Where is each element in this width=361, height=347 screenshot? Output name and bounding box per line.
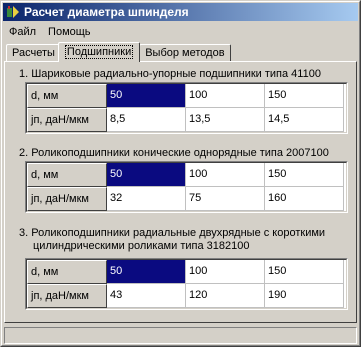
menu-file[interactable]: Файл [3, 23, 42, 41]
row-header-j: jп, даН/мкм [27, 108, 107, 132]
grid-cell[interactable]: 32 [107, 187, 186, 211]
table-row: jп, даН/мкм 43 120 190 [27, 284, 346, 308]
table-row: jп, даН/мкм 32 75 160 [27, 187, 346, 211]
row-header-d: d, мм [27, 260, 107, 284]
window-title: Расчет диаметра шпинделя [24, 5, 189, 19]
tab-bearings-label: Подшипники [64, 45, 134, 59]
row-header-j: jп, даН/мкм [27, 187, 107, 211]
section-3-grid[interactable]: d, мм 50 100 150 jп, даН/мкм 43 120 190 [25, 258, 348, 310]
grid-cell[interactable]: 100 [186, 260, 265, 284]
bearings-panel: 1. Шариковые радиально-упорные подшипник… [4, 61, 357, 323]
menu-bar: Файл Помощь [3, 23, 97, 41]
menu-help[interactable]: Помощь [42, 23, 97, 41]
grid-cell[interactable]: 150 [265, 260, 344, 284]
row-header-d: d, мм [27, 163, 107, 187]
grid-cell[interactable]: 13,5 [186, 108, 265, 132]
grid-cell[interactable]: 50 [107, 84, 186, 108]
grid-cell[interactable]: 120 [186, 284, 265, 308]
grid-cell[interactable]: 8,5 [107, 108, 186, 132]
tab-method-selection[interactable]: Выбор методов [139, 44, 231, 62]
row-header-d: d, мм [27, 84, 107, 108]
status-bar [4, 327, 357, 344]
tab-method-selection-label: Выбор методов [145, 47, 225, 59]
row-header-j: jп, даН/мкм [27, 284, 107, 308]
table-row: d, мм 50 100 150 [27, 84, 346, 108]
grid-cell[interactable]: 190 [265, 284, 344, 308]
tab-bearings[interactable]: Подшипники [57, 42, 141, 62]
grid-cell[interactable]: 100 [186, 163, 265, 187]
tab-calculations[interactable]: Расчеты [6, 44, 61, 62]
tab-calculations-label: Расчеты [12, 47, 55, 59]
section-3-title-line1: 3. Роликоподшипники радиальные двухрядны… [19, 227, 326, 239]
grid-cell[interactable]: 50 [107, 260, 186, 284]
section-2-title: 2. Роликоподшипники конические однорядны… [19, 147, 329, 159]
grid-cell[interactable]: 100 [186, 84, 265, 108]
grid-cell[interactable]: 14,5 [265, 108, 344, 132]
main-window: Расчет диаметра шпинделя Файл Помощь Рас… [0, 0, 361, 347]
grid-cell[interactable]: 160 [265, 187, 344, 211]
title-bar[interactable]: Расчет диаметра шпинделя [3, 3, 358, 21]
table-row: d, мм 50 100 150 [27, 260, 346, 284]
table-row: d, мм 50 100 150 [27, 163, 346, 187]
grid-cell[interactable]: 150 [265, 163, 344, 187]
grid-cell[interactable]: 75 [186, 187, 265, 211]
section-1-grid[interactable]: d, мм 50 100 150 jп, даН/мкм 8,5 13,5 14… [25, 82, 348, 134]
tab-strip: Расчеты Подшипники Выбор методов [6, 42, 231, 62]
app-icon [6, 5, 20, 19]
grid-cell[interactable]: 150 [265, 84, 344, 108]
table-row: jп, даН/мкм 8,5 13,5 14,5 [27, 108, 346, 132]
grid-cell[interactable]: 50 [107, 163, 186, 187]
grid-cell[interactable]: 43 [107, 284, 186, 308]
section-1-title: 1. Шариковые радиально-упорные подшипник… [19, 68, 321, 80]
section-2-grid[interactable]: d, мм 50 100 150 jп, даН/мкм 32 75 160 [25, 161, 348, 213]
section-3-title-line2: цилиндрическими роликами типа 3182100 [33, 240, 250, 252]
